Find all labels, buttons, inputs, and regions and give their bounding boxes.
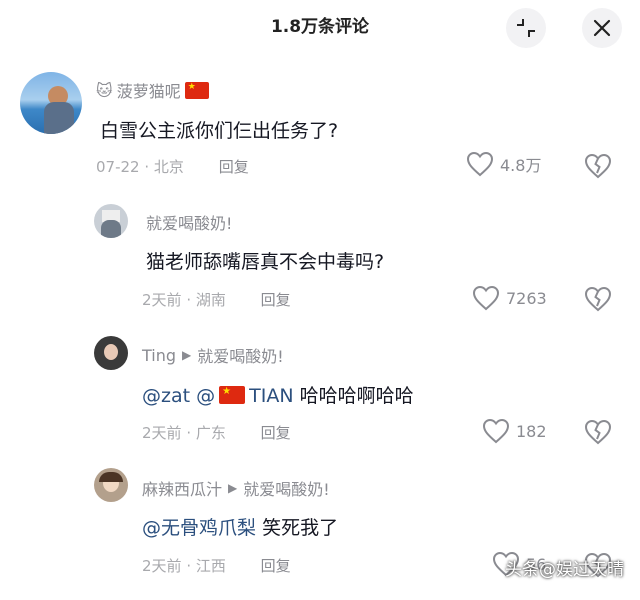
dislike-button[interactable] bbox=[584, 286, 612, 316]
avatar[interactable] bbox=[94, 468, 128, 502]
reply-arrow-icon: ▶ bbox=[228, 481, 238, 495]
close-icon bbox=[593, 19, 611, 37]
comment-meta: 2天前 · 江西 回复 bbox=[142, 557, 291, 575]
mention-link[interactable]: @无骨鸡爪梨 bbox=[142, 517, 256, 539]
comments-header: 1.8万条评论 bbox=[0, 0, 640, 50]
comment-text: 白雪公主派你们仨出任务了? bbox=[100, 120, 339, 142]
reply-to-name: 就爱喝酸奶! bbox=[197, 347, 284, 366]
dislike-button[interactable] bbox=[584, 419, 612, 449]
close-button[interactable] bbox=[582, 8, 622, 48]
like-count: 4.8万 bbox=[500, 156, 542, 175]
heart-icon bbox=[466, 151, 494, 177]
china-flag bbox=[184, 81, 209, 99]
comment-author[interactable]: 就爱喝酸奶! bbox=[146, 210, 232, 234]
minimize-icon bbox=[517, 19, 535, 37]
cat-emoji: 🐱 bbox=[96, 80, 113, 100]
avatar[interactable] bbox=[20, 72, 82, 134]
comment-meta: 07-22 · 北京 回复 bbox=[96, 158, 249, 176]
comment-meta: 2天前 · 广东 回复 bbox=[142, 424, 291, 442]
broken-heart-icon bbox=[584, 419, 612, 445]
minimize-button[interactable] bbox=[506, 8, 546, 48]
broken-heart-icon bbox=[584, 286, 612, 312]
comment-text: @zat @TIAN 哈哈哈啊哈哈 bbox=[142, 381, 414, 408]
reply-button[interactable]: 回复 bbox=[261, 424, 291, 442]
like-count: 182 bbox=[516, 421, 547, 441]
comment-author[interactable]: 🐱 菠萝猫呢 bbox=[96, 78, 209, 102]
dislike-button[interactable] bbox=[584, 153, 612, 183]
comment-text: @无骨鸡爪梨 笑死我了 bbox=[142, 517, 339, 539]
comment-meta: 2天前 · 湖南 回复 bbox=[142, 291, 291, 309]
avatar[interactable] bbox=[94, 336, 128, 370]
mention-link[interactable]: @zat bbox=[142, 385, 190, 407]
reply-arrow-icon: ▶ bbox=[182, 348, 192, 362]
comment-author[interactable]: 麻辣西瓜汁 ▶ 就爱喝酸奶! bbox=[142, 476, 330, 500]
like-button[interactable]: 4.8万 bbox=[466, 151, 541, 177]
comment-author[interactable]: Ting ▶ 就爱喝酸奶! bbox=[142, 343, 284, 367]
watermark: 头条@娱过天晴 bbox=[505, 560, 624, 580]
heart-icon bbox=[472, 285, 500, 311]
like-button[interactable]: 7263 bbox=[472, 285, 547, 311]
china-flag bbox=[219, 386, 246, 404]
reply-to-name: 就爱喝酸奶! bbox=[243, 480, 330, 499]
reply-button[interactable]: 回复 bbox=[261, 291, 291, 309]
comment-text: 猫老师舔嘴唇真不会中毒吗? bbox=[146, 251, 385, 273]
like-button[interactable]: 182 bbox=[482, 418, 547, 444]
reply-button[interactable]: 回复 bbox=[261, 557, 291, 575]
avatar[interactable] bbox=[94, 204, 128, 238]
broken-heart-icon bbox=[584, 153, 612, 179]
mention-link[interactable]: @TIAN bbox=[196, 385, 293, 407]
like-count: 7263 bbox=[506, 288, 547, 308]
reply-button[interactable]: 回复 bbox=[219, 158, 249, 176]
heart-icon bbox=[482, 418, 510, 444]
